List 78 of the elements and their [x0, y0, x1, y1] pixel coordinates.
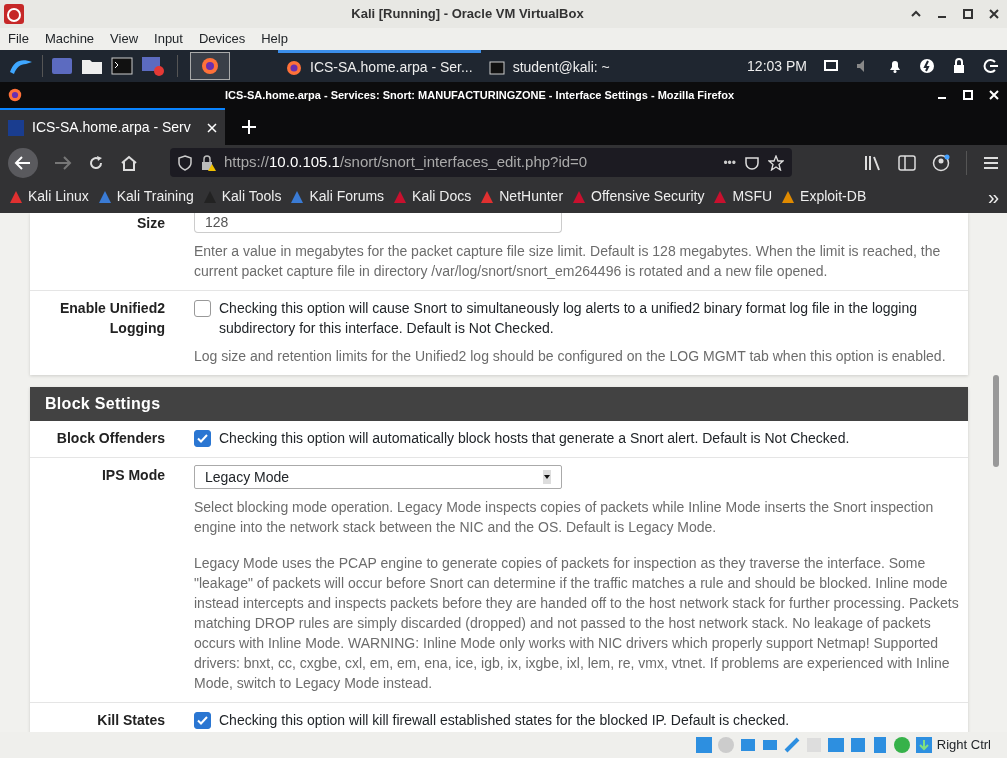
- checkbox-label: Checking this option will kill firewall established states for the blocked IP. Default is checked.: [219, 711, 790, 730]
- address-bar[interactable]: https://10.0.105.1/snort/snort_interfaces_edit.php?id=0 •••: [170, 148, 792, 177]
- field-label: Enable Unified2 Logging: [58, 299, 165, 338]
- collapse-icon[interactable]: [911, 9, 921, 19]
- close-tab-icon[interactable]: [207, 122, 217, 133]
- bookmark-link[interactable]: Kali Tools: [201, 186, 282, 207]
- section-header: Block Settings: [30, 387, 968, 421]
- chat-icon[interactable]: [823, 58, 839, 74]
- caret-icon: [543, 470, 551, 484]
- field-label: Kill States: [96, 711, 165, 730]
- field-label: IPS Mode: [101, 466, 165, 485]
- lock-warning-icon[interactable]: [200, 154, 216, 171]
- power-icon[interactable]: [919, 58, 935, 74]
- bookmark-link[interactable]: Offensive Security: [571, 186, 705, 207]
- menu-item[interactable]: Input: [154, 29, 183, 49]
- bookmark-link[interactable]: Kali Forums: [289, 186, 385, 207]
- checkmark-icon: [197, 716, 208, 725]
- menu-item[interactable]: View: [110, 29, 139, 49]
- field-label: Size: [136, 214, 165, 233]
- checkbox-label: Checking this option will cause Snort to simultaneously log alerts to a unified2 binary format log file in the logging subdirectory for this interface. Default is Not Checked.: [219, 299, 919, 338]
- firefox-icon: [8, 88, 22, 102]
- maximize-icon[interactable]: [963, 9, 973, 19]
- pocket-icon[interactable]: [744, 154, 760, 171]
- help-text: Select blocking mode operation. Legacy Mode inspects copies of packets while Inline Mode inserts the Snort inspection engine into the network stack between the NIC and the OS. Default is Legacy Mode.: [194, 498, 935, 537]
- bookmark-link[interactable]: Kali Linux: [8, 186, 89, 207]
- host-key-label: Right Ctrl: [936, 736, 991, 755]
- help-text: Enter a value in megabytes for the packet capture file size limit. Default is 128 megabytes. When the limit is reached, the current packet capture file in directory /var/log/snort/snort_em264496 is rotated and a new file opened.: [194, 242, 942, 281]
- account-icon[interactable]: [932, 153, 950, 172]
- logout-icon[interactable]: [983, 58, 999, 74]
- bookmark-link[interactable]: Kali Docs: [392, 186, 472, 207]
- window-title: ICS-SA.home.arpa - Services: Snort: MANUFACTURINGZONE - Interface Settings - Mozilla Firefox: [223, 87, 736, 103]
- bookmark-link[interactable]: MSFU: [712, 186, 773, 207]
- terminal-icon: [488, 59, 505, 76]
- site-favicon-icon: [8, 119, 24, 136]
- home-icon[interactable]: [120, 154, 138, 171]
- menu-item[interactable]: Help: [261, 29, 288, 49]
- help-text: Legacy Mode uses the PCAP engine to generate copies of packets for inspection as they traverse the interface. Some "leakage" of packets will occur before Snort can determine if the traffic matches a rule and should be blocked. Inline mode instead intercepts and inspects packets before they are handed off to the host network stack for further processing. Packets matching DROP rules are simply discarded (dropped) and not passed to the host network stack. No leakage of packets occurs with Inline Mode. WARNING: Inline Mode only works with NIC drivers which properly support Netmap! Supported drivers: bnxt, cc, cxgbe, cxl, em, em, ena, ice, igb, ix, ixgbe, ixl, lem, re, vmx, vtnet. If problems are experienced with Inline Mode, switch to Legacy Mode instead.: [194, 554, 960, 693]
- checkbox[interactable]: [194, 300, 211, 317]
- new-tab-icon[interactable]: [241, 118, 257, 135]
- checkbox-label: Checking this option will automatically block hosts that generate a Snort alert. Default is Not Checked.: [219, 429, 850, 448]
- menu-item[interactable]: Machine: [44, 29, 95, 49]
- forward-icon[interactable]: [54, 154, 72, 171]
- lock-icon[interactable]: [951, 58, 967, 74]
- bookmark-link[interactable]: Kali Training: [96, 186, 194, 207]
- bookmark-link[interactable]: NetHunter: [479, 186, 564, 207]
- firefox-icon: [286, 59, 302, 76]
- size-input-field[interactable]: 128: [194, 213, 562, 233]
- firefox-icon: [201, 57, 219, 75]
- shield-icon[interactable]: [178, 154, 192, 171]
- more-bookmarks-button[interactable]: »: [987, 181, 999, 212]
- reload-icon[interactable]: [88, 154, 104, 171]
- terminal-icon[interactable]: [111, 56, 133, 76]
- menu-item[interactable]: Devices: [198, 29, 246, 49]
- library-icon[interactable]: [864, 154, 882, 171]
- field-label: Block Offenders: [55, 429, 165, 448]
- checkbox[interactable]: [194, 712, 211, 729]
- sidebar-icon[interactable]: [898, 154, 916, 171]
- bookmark-star-icon[interactable]: [768, 154, 784, 171]
- firefox-launcher-button[interactable]: [190, 52, 230, 80]
- menu-icon[interactable]: [983, 155, 999, 170]
- scrollbar-thumb[interactable]: [993, 375, 999, 467]
- window-title: Kali [Running] - Oracle VM VirtualBox: [350, 5, 585, 24]
- menu-item[interactable]: File: [8, 29, 29, 49]
- checkmark-icon: [197, 434, 208, 443]
- back-icon[interactable]: [8, 147, 38, 178]
- desktop-icon[interactable]: [51, 56, 73, 76]
- mode-dropdown[interactable]: Legacy Mode: [194, 465, 562, 489]
- clock[interactable]: 12:03 PM: [747, 55, 807, 77]
- virtualbox-logo-icon: [4, 4, 24, 24]
- help-text: Log size and retention limits for the Unified2 log should be configured on the LOG MGMT tab when this option is enabled.: [194, 347, 947, 366]
- taskbar-item[interactable]: student@kali: ~: [480, 50, 618, 82]
- vm-status-icons-drawing[interactable]: [694, 736, 933, 754]
- bookmark-link[interactable]: Exploit-DB: [780, 186, 867, 207]
- bell-icon[interactable]: [887, 58, 903, 74]
- checkbox[interactable]: [194, 430, 211, 447]
- close-icon[interactable]: [989, 9, 999, 19]
- screen-recorder-icon[interactable]: [141, 55, 165, 77]
- browser-tab[interactable]: ICS-SA.home.arpa - Serv: [0, 108, 225, 145]
